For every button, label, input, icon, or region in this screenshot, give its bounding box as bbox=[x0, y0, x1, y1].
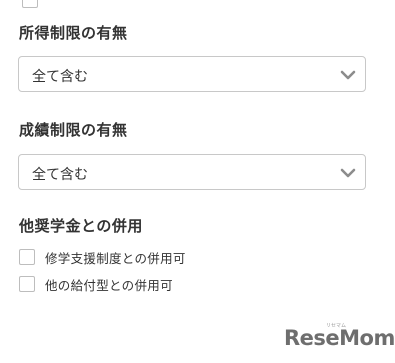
resemom-watermark-logo: ReseMom bbox=[284, 326, 395, 350]
scholarship-filter-panel: 所得制限の有無 全て含む 成績制限の有無 全て含む 他奨学金との併用 修学支援制… bbox=[0, 0, 395, 363]
checkbox-icon[interactable] bbox=[19, 249, 35, 265]
income-limit-select[interactable]: 全て含む bbox=[18, 56, 366, 92]
partial-checkbox[interactable] bbox=[22, 0, 38, 8]
grade-limit-select[interactable]: 全て含む bbox=[18, 154, 366, 190]
combined-option-other-grant[interactable]: 他の給付型との併用可 bbox=[19, 275, 173, 293]
chevron-down-icon bbox=[340, 70, 356, 80]
chevron-down-icon bbox=[340, 168, 356, 178]
combined-option-support-system[interactable]: 修学支援制度との併用可 bbox=[19, 248, 186, 266]
income-limit-selected-value: 全て含む bbox=[32, 69, 88, 85]
checkbox-icon[interactable] bbox=[19, 276, 35, 292]
grade-limit-selected-value: 全て含む bbox=[32, 167, 88, 183]
combined-scholarship-label: 他奨学金との併用 bbox=[19, 217, 143, 235]
combined-option-label: 修学支援制度との併用可 bbox=[45, 250, 186, 266]
combined-option-label: 他の給付型との併用可 bbox=[45, 277, 173, 293]
income-limit-label: 所得制限の有無 bbox=[19, 24, 128, 42]
grade-limit-label: 成績制限の有無 bbox=[19, 121, 128, 139]
